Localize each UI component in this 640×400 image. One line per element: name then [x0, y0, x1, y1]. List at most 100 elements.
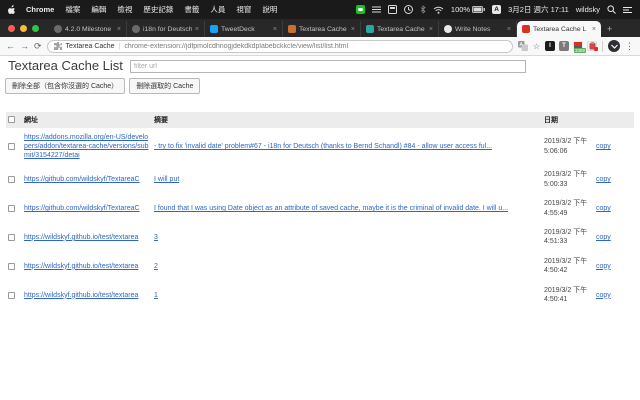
select-all-checkbox[interactable]	[8, 116, 15, 124]
zoom-window-button[interactable]	[32, 24, 39, 32]
url-column-header: 網址	[22, 112, 152, 128]
cache-url-link[interactable]: https://wildskyf.github.io/test/textarea	[24, 291, 150, 300]
translate-icon[interactable]: A	[517, 41, 528, 51]
input-method-icon[interactable]: A	[492, 5, 502, 14]
notification-center-icon[interactable]	[623, 5, 632, 14]
copy-link[interactable]: copy	[596, 176, 611, 183]
bookmark-star-icon[interactable]: ☆	[533, 42, 540, 51]
copy-link[interactable]: copy	[596, 143, 611, 150]
cache-date-time: 5:06:06	[544, 147, 568, 155]
tab-close-icon[interactable]: ×	[117, 26, 121, 33]
filter-url-input[interactable]	[130, 60, 526, 73]
close-window-button[interactable]	[8, 24, 15, 32]
cache-summary-link[interactable]: I will put	[154, 176, 179, 183]
minimize-window-button[interactable]	[20, 24, 27, 32]
cache-summary-link[interactable]: 2	[154, 263, 158, 270]
tab-label: TweetDeck	[221, 25, 255, 33]
cache-summary-link[interactable]: - try to fix 'invalid date' problem#67 -…	[154, 143, 492, 150]
tab-close-icon[interactable]: ×	[592, 26, 596, 33]
battery-percent-label: 100%	[450, 5, 471, 14]
omnibox[interactable]: Textarea Cache | chrome-extension://jdfp…	[46, 39, 513, 53]
clipboard-extension-icon[interactable]	[587, 41, 598, 51]
menubar-item-edit[interactable]: 編輯	[91, 4, 106, 15]
clock-tray-icon[interactable]	[403, 5, 413, 14]
tab-label: Textarea Cache	[299, 25, 347, 33]
menubar-item-bookmarks[interactable]: 書籤	[184, 4, 199, 15]
tab-tweetdeck[interactable]: TweetDeck ×	[205, 21, 283, 37]
row-checkbox[interactable]	[8, 142, 15, 150]
cache-date-day: 2019/3/2 下午	[544, 257, 588, 265]
cache-date-day: 2019/3/2 下午	[544, 138, 588, 146]
window-controls	[0, 19, 49, 37]
chrome-tab-strip: 4.2.0 Milestone × i18n for Deutsch × Twe…	[0, 19, 640, 37]
delete-all-button[interactable]: 刪除全部（包含你沒選的 Cache）	[5, 78, 126, 94]
tab-close-icon[interactable]: ×	[195, 26, 199, 33]
forward-button[interactable]: →	[20, 41, 29, 51]
row-checkbox[interactable]	[8, 233, 15, 241]
copy-link[interactable]: copy	[596, 263, 611, 270]
tab-write-notes[interactable]: Write Notes ×	[439, 21, 517, 37]
chrome-menu-icon[interactable]: ⋮	[625, 41, 634, 52]
cache-url-link[interactable]: https://github.com/wildskyf/TextareaC	[24, 204, 150, 213]
row-checkbox[interactable]	[8, 291, 15, 299]
cache-table: 網址 摘要 日期 https://addons.mozilla.org/en-U…	[6, 112, 634, 310]
tab-close-icon[interactable]: ×	[351, 26, 355, 33]
extension-badge-dot	[594, 47, 598, 51]
copy-link[interactable]: copy	[596, 205, 611, 212]
menubar-item-view[interactable]: 檢視	[117, 4, 132, 15]
extension-badge: 3389	[573, 48, 586, 53]
menubar-username[interactable]: wildsky	[576, 5, 600, 14]
tab-close-icon[interactable]: ×	[507, 26, 511, 33]
row-checkbox[interactable]	[8, 176, 15, 184]
cache-url-link[interactable]: https://wildskyf.github.io/test/textarea	[24, 262, 150, 271]
line-app-icon[interactable]	[355, 5, 365, 14]
tab-420-milestone[interactable]: 4.2.0 Milestone ×	[49, 21, 127, 37]
profile-avatar[interactable]	[608, 40, 620, 52]
tab-label: Textarea Cache	[377, 25, 425, 33]
cache-url-link[interactable]: https://wildskyf.github.io/test/textarea	[24, 233, 150, 242]
twitter-favicon	[210, 25, 218, 33]
tab-textarea-cache-amo[interactable]: Textarea Cache ×	[361, 21, 439, 37]
back-button[interactable]: ←	[6, 41, 15, 51]
delete-selected-button[interactable]: 刪除選取的 Cache	[129, 78, 201, 94]
menubar-item-window[interactable]: 視窗	[236, 4, 251, 15]
menubar-datetime[interactable]: 3月2日 週六 17:11	[508, 4, 569, 15]
menubar-item-file[interactable]: 檔案	[65, 4, 80, 15]
row-checkbox[interactable]	[8, 262, 15, 270]
feed-extension-icon[interactable]: 3389	[573, 41, 586, 53]
tab-close-icon[interactable]: ×	[273, 26, 277, 33]
cache-summary-link[interactable]: 3	[154, 234, 158, 241]
window-tray-icon[interactable]	[387, 5, 397, 14]
tab-i18n-for-deutsch[interactable]: i18n for Deutsch ×	[127, 21, 205, 37]
tab-textarea-cache-store[interactable]: Textarea Cache ×	[283, 21, 361, 37]
new-tab-button[interactable]: +	[601, 21, 618, 37]
copy-link[interactable]: copy	[596, 292, 611, 299]
menubar-item-people[interactable]: 人員	[210, 4, 225, 15]
tab-close-icon[interactable]: ×	[429, 26, 433, 33]
cache-summary-link[interactable]: 1	[154, 292, 158, 299]
menubar-item-history[interactable]: 歷史記錄	[143, 4, 173, 15]
extension-i-icon[interactable]: I	[545, 41, 555, 51]
cache-date-time: 5:00:33	[544, 180, 568, 188]
cache-url-link[interactable]: https://addons.mozilla.org/en-US/develop…	[24, 133, 150, 160]
cache-date: 2019/3/2 下午 5:00:33	[542, 165, 594, 194]
cache-url-link[interactable]: https://github.com/wildskyf/TextareaC	[24, 175, 150, 184]
cache-summary-link[interactable]: I found that I was using Date object as …	[154, 205, 508, 212]
reload-button[interactable]: ⟳	[34, 41, 42, 51]
row-checkbox[interactable]	[8, 204, 15, 212]
tab-textarea-cache-list-active[interactable]: Textarea Cache L ×	[517, 21, 601, 37]
summary-column-header: 摘要	[152, 112, 542, 128]
apple-logo-icon[interactable]	[8, 5, 16, 14]
copy-link[interactable]: copy	[596, 234, 611, 241]
menubar-item-help[interactable]: 說明	[262, 4, 277, 15]
extension-t-icon[interactable]: T	[559, 41, 569, 51]
battery-indicator[interactable]: 100%	[450, 5, 486, 14]
bluetooth-icon[interactable]	[420, 5, 426, 14]
page-favicon	[444, 25, 452, 33]
omnibox-url: chrome-extension://jdfpmolcdhnogjdekdkdp…	[124, 42, 349, 50]
menubar-item-chrome[interactable]: Chrome	[26, 5, 54, 14]
spotlight-search-icon[interactable]	[607, 5, 616, 14]
extension-favicon	[522, 25, 530, 33]
wifi-icon[interactable]	[433, 6, 444, 14]
list-tray-icon[interactable]	[371, 5, 381, 14]
